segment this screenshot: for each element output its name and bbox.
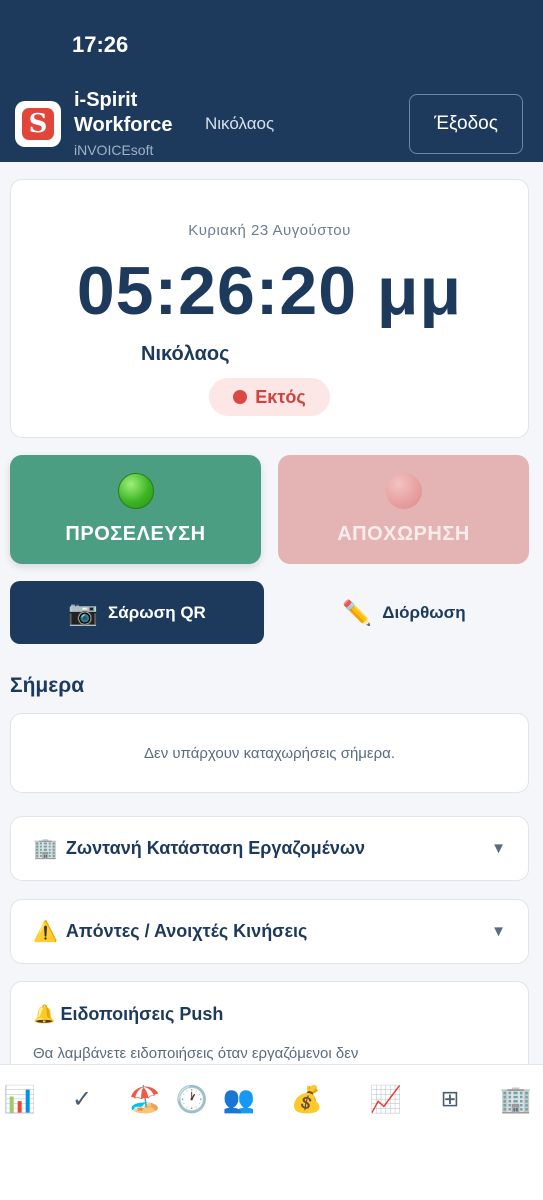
correction-button[interactable]: ✏️ Διόρθωση: [279, 581, 529, 644]
logo-icon: S: [22, 108, 54, 140]
bottom-tab-bar: 📊 ✓ 🏖️ 🕐 👥 💰 📈 ⊞ 🏢: [0, 1064, 543, 1200]
push-title: 🔔 Ειδοποιήσεις Push: [33, 1004, 223, 1025]
live-employee-status-accordion[interactable]: 🏢 Ζωντανή Κατάσταση Εργαζομένων ▼: [10, 816, 529, 881]
tab-employees[interactable]: 👥: [219, 1082, 259, 1116]
people-icon: 👥: [222, 1083, 256, 1114]
status-badge-label: Εκτός: [255, 386, 306, 407]
status-bar-time: 17:26: [72, 32, 129, 57]
tab-leave[interactable]: 🏖️: [125, 1082, 165, 1116]
chevron-down-icon: ▼: [491, 923, 506, 940]
header-user-name: Νικόλαος: [205, 114, 275, 133]
beach-umbrella-icon: 🏖️: [128, 1083, 162, 1114]
status-badge: Εκτός: [209, 378, 330, 416]
camera-icon: 📷: [68, 598, 99, 627]
employee-name: Νικόλαος: [141, 343, 230, 365]
push-title-label: Ειδοποιήσεις Push: [60, 1004, 224, 1024]
status-dot-icon: [233, 390, 248, 404]
bell-icon: 🔔: [33, 1004, 56, 1024]
scan-qr-label: Σάρωση QR: [108, 602, 206, 622]
grid-icon: ⊞: [440, 1086, 460, 1111]
empty-state-text: Δεν υπάρχουν καταχωρήσεις σήμερα.: [143, 744, 395, 762]
today-entries-card: Δεν υπάρχουν καταχωρήσεις σήμερα.: [10, 713, 529, 793]
logout-button[interactable]: Έξοδος: [409, 94, 523, 154]
check-in-label: ΠΡΟΣΕΛΕΥΣΗ: [65, 523, 206, 545]
trend-chart-icon: 📈: [369, 1083, 403, 1114]
app-name: i-Spirit Workforce: [74, 89, 173, 136]
push-description: Θα λαμβάνετε ειδοποιήσεις όταν εργαζόμεν…: [33, 1045, 359, 1062]
current-time: 05:26:20 μμ: [76, 253, 463, 329]
bar-chart-icon: 📊: [3, 1083, 37, 1114]
pencil-icon: ✏️: [342, 598, 373, 627]
green-circle-icon: [117, 473, 154, 509]
scan-qr-button[interactable]: 📷 Σάρωση QR: [10, 581, 264, 644]
current-date: Κυριακή 23 Αυγούστου: [188, 222, 351, 239]
check-out-button[interactable]: ΑΠΟΧΩΡΗΣΗ: [278, 455, 529, 564]
chevron-down-icon: ▼: [491, 840, 506, 857]
tab-payroll[interactable]: 💰: [287, 1082, 327, 1116]
absent-open-moves-accordion[interactable]: ⚠️ Απόντες / Ανοιχτές Κινήσεις ▼: [10, 899, 529, 964]
accordion-label: Ζωντανή Κατάσταση Εργαζομένων: [65, 838, 366, 858]
tab-stats[interactable]: 📈: [366, 1082, 406, 1116]
clock-icon: 🕐: [175, 1083, 209, 1114]
tab-history[interactable]: 🕐: [172, 1082, 212, 1116]
app-header: 17:26 S i-Spirit Workforce iNVOICEsoft Ν…: [0, 0, 543, 162]
app-logo: S: [15, 101, 61, 147]
office-building-icon: 🏢: [33, 838, 58, 860]
clock-card: Κυριακή 23 Αυγούστου 05:26:20 μμ Νικόλαο…: [10, 179, 529, 438]
app-subtitle: iNVOICEsoft: [74, 142, 154, 158]
tab-more[interactable]: ⊞: [430, 1082, 470, 1116]
tab-reports[interactable]: 📊: [0, 1082, 40, 1116]
today-section-title: Σήμερα: [10, 674, 85, 697]
money-bag-icon: 💰: [290, 1083, 324, 1114]
accordion-label: Απόντες / Ανοιχτές Κινήσεις: [65, 921, 308, 941]
checkmark-icon: ✓: [71, 1085, 93, 1113]
check-in-button[interactable]: ΠΡΟΣΕΛΕΥΣΗ: [10, 455, 261, 564]
warning-icon: ⚠️: [33, 921, 58, 943]
tab-company[interactable]: 🏢: [496, 1082, 536, 1116]
red-circle-icon: [385, 473, 422, 509]
office-building-icon: 🏢: [499, 1083, 533, 1114]
tab-approvals[interactable]: ✓: [62, 1082, 102, 1116]
check-out-label: ΑΠΟΧΩΡΗΣΗ: [337, 523, 470, 545]
correction-label: Διόρθωση: [382, 602, 466, 622]
